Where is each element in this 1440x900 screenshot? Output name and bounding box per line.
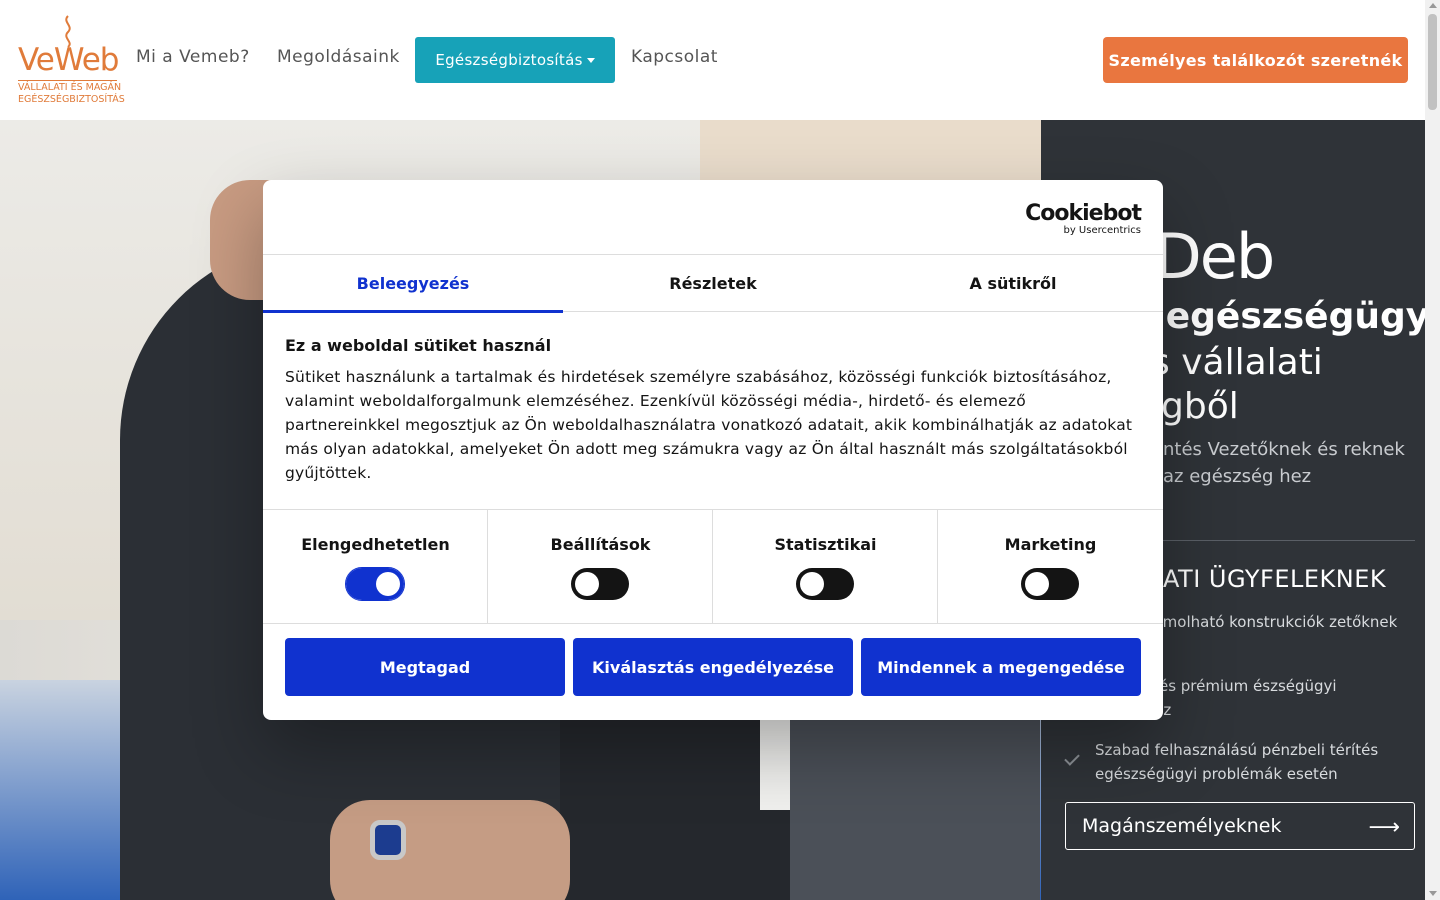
book-meeting-button[interactable]: Személyes találkozót szeretnék: [1103, 37, 1408, 83]
nav-dropdown-egeszsegbiztositas[interactable]: Egészségbiztosítás: [415, 37, 615, 83]
cookie-consent-dialog: Cookiebot by Usercentrics Beleegyezés Ré…: [263, 180, 1163, 720]
hero-heading-line-3: gből: [1161, 386, 1239, 427]
scrollbar-thumb[interactable]: [1428, 14, 1437, 110]
page-scrollbar[interactable]: [1425, 0, 1440, 900]
site-header: VeWeb VÁLLALATI ÉS MAGÁN EGÉSZSÉGBIZTOSÍ…: [0, 0, 1425, 120]
hero-heading-line-2: s vállalati: [1151, 342, 1323, 383]
hero-subtitle: ntés Vezetőknek és reknek az egészség he…: [1163, 439, 1405, 487]
toggle-label: Marketing: [1004, 535, 1097, 554]
cookie-actions: Megtagad Kiválasztás engedélyezése Minde…: [285, 638, 1141, 696]
toggle-necessary: Elengedhetetlen: [263, 510, 488, 623]
corporate-section-title: ATI ÜGYFELEKNEK: [1163, 565, 1387, 593]
cookiebot-logo[interactable]: Cookiebot by Usercentrics: [1025, 202, 1142, 236]
logo-tagline: VÁLLALATI ÉS MAGÁN EGÉSZSÉGBIZTOSÍTÁS: [18, 82, 125, 105]
statistics-switch[interactable]: [796, 568, 854, 600]
cookie-dialog-text: Sütiket használunk a tartalmak és hirdet…: [285, 368, 1133, 482]
toggle-label: Elengedhetetlen: [301, 535, 450, 554]
hero-heading-line-1: t egészségügyi: [1136, 296, 1425, 337]
logo-divider: [18, 80, 117, 81]
check-icon: [1064, 750, 1080, 766]
nav-link-mi-a-vemeb[interactable]: Mi a Vemeb?: [136, 47, 250, 67]
site-logo[interactable]: VeWeb VÁLLALATI ÉS MAGÁN EGÉSZSÉGBIZTOSÍ…: [18, 14, 125, 108]
scroll-up-icon[interactable]: [1429, 3, 1437, 8]
deny-button[interactable]: Megtagad: [285, 638, 565, 696]
nav-dropdown-label: Egészségbiztosítás: [435, 51, 583, 69]
logo-brand: VeWeb: [18, 42, 119, 78]
tab-consent[interactable]: Beleegyezés: [263, 255, 563, 313]
private-individuals-button[interactable]: Magánszemélyeknek ⟶: [1065, 802, 1415, 850]
toggle-marketing: Marketing: [938, 510, 1163, 623]
nav-link-megoldasaink[interactable]: Megoldásaink: [277, 47, 400, 67]
tab-about-cookies[interactable]: A sütikről: [863, 255, 1163, 312]
caret-down-icon: [586, 57, 595, 63]
cookie-dialog-body: Ez a weboldal sütiket használ Sütiket ha…: [285, 336, 1145, 485]
allow-selection-button[interactable]: Kiválasztás engedélyezése: [573, 638, 853, 696]
hero-logo: Ɗeb: [1151, 220, 1275, 293]
cookie-dialog-title: Ez a weboldal sütiket használ: [285, 336, 552, 355]
toggle-label: Statisztikai: [774, 535, 877, 554]
feature-item: Szabad felhasználású pénzbeli térítés eg…: [1095, 741, 1379, 783]
private-button-label: Magánszemélyeknek: [1082, 815, 1282, 837]
cookie-tabs: Beleegyezés Részletek A sütikről: [263, 255, 1163, 313]
tab-details[interactable]: Részletek: [563, 255, 863, 312]
cookie-dialog-header: Cookiebot by Usercentrics: [263, 180, 1163, 255]
nav-link-kapcsolat[interactable]: Kapcsolat: [631, 47, 718, 67]
toggle-preferences: Beállítások: [488, 510, 713, 623]
scroll-down-icon[interactable]: [1429, 891, 1437, 896]
watch: [370, 820, 406, 860]
necessary-switch[interactable]: [345, 567, 405, 601]
toggle-label: Beállítások: [550, 535, 651, 554]
preferences-switch[interactable]: [571, 568, 629, 600]
allow-all-button[interactable]: Mindennek a megengedése: [861, 638, 1141, 696]
cookie-category-toggles: Elengedhetetlen Beállítások Statisztikai…: [263, 509, 1163, 624]
marketing-switch[interactable]: [1021, 568, 1079, 600]
toggle-statistics: Statisztikai: [713, 510, 938, 623]
arrow-right-icon: ⟶: [1368, 815, 1400, 840]
